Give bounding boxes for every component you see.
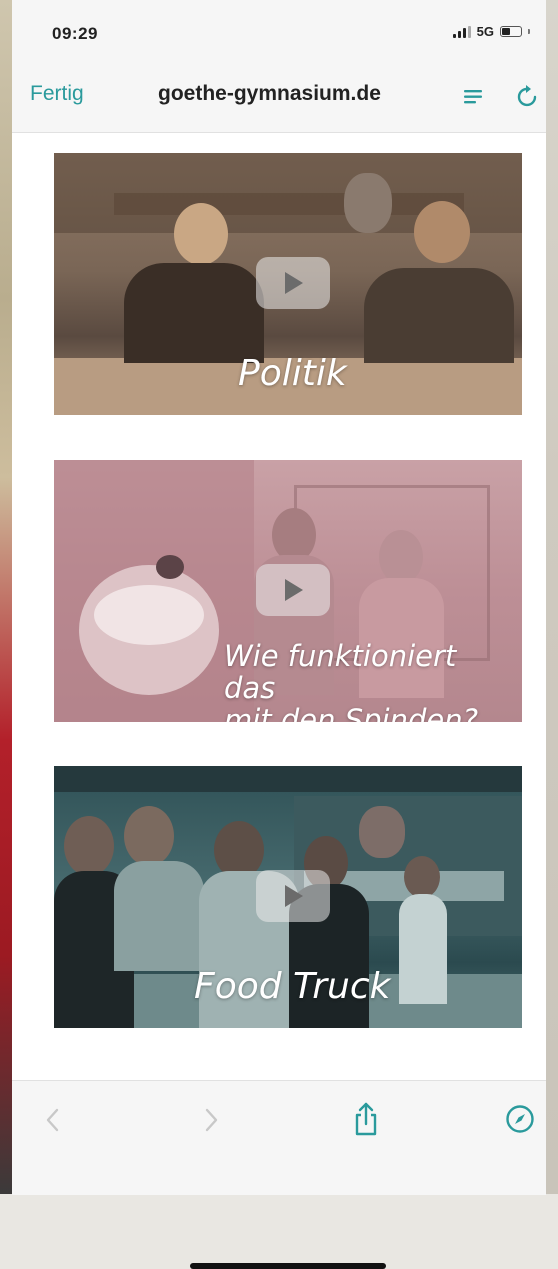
safari-toolbar <box>12 1080 546 1269</box>
reload-icon[interactable] <box>515 82 541 115</box>
chevron-right-icon[interactable] <box>198 1105 224 1140</box>
video-caption-line-1: Wie funktioniert das <box>224 639 457 705</box>
status-bar: 09:29 5G <box>12 0 546 62</box>
network-type: 5G <box>476 24 494 39</box>
battery-tip <box>528 29 530 34</box>
safari-nav-bar: Fertig goethe-gymnasium.de <box>12 62 546 133</box>
play-icon <box>285 272 303 294</box>
page-url: goethe-gymnasium.de <box>158 82 381 105</box>
video-card-spinde[interactable]: Wie funktioniert das mit den Spinden? <box>54 460 522 722</box>
play-icon <box>285 885 303 907</box>
browser-sheet: 09:29 5G Fertig goethe-gymnasium.de Poli… <box>12 0 546 1269</box>
compass-icon[interactable] <box>504 1103 536 1140</box>
video-caption-line-2: mit den Spinden? <box>224 703 479 722</box>
signal-icon <box>452 25 471 38</box>
video-caption: Wie funktioniert das mit den Spinden? <box>224 640 514 722</box>
background-photo-right <box>546 0 558 1194</box>
video-card-food-truck[interactable]: Food Truck <box>54 766 522 1028</box>
video-card-politik[interactable]: Politik <box>54 153 522 415</box>
play-button[interactable] <box>256 870 330 922</box>
video-caption: Politik <box>238 353 347 394</box>
reader-mode-icon[interactable] <box>460 85 486 114</box>
play-icon <box>285 579 303 601</box>
share-icon[interactable] <box>350 1101 382 1142</box>
play-button[interactable] <box>256 257 330 309</box>
play-button[interactable] <box>256 564 330 616</box>
status-indicators: 5G <box>452 24 530 39</box>
status-time: 09:29 <box>52 24 98 43</box>
home-indicator[interactable] <box>190 1263 386 1269</box>
done-button[interactable]: Fertig <box>30 82 84 106</box>
chevron-left-icon[interactable] <box>40 1105 66 1140</box>
video-caption: Food Truck <box>194 966 391 1007</box>
battery-icon <box>500 26 522 37</box>
